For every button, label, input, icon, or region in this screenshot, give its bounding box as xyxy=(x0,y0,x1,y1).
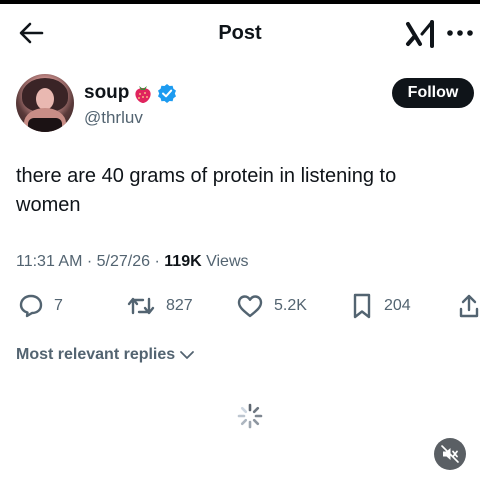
reply-button[interactable]: 7 xyxy=(18,290,63,322)
author-handle[interactable]: @thrluv xyxy=(84,108,143,128)
header-bar: Post xyxy=(0,4,480,60)
loading-spinner-icon xyxy=(236,402,264,430)
more-horizontal-icon xyxy=(447,30,473,36)
author-name[interactable]: soup xyxy=(84,82,129,104)
more-options-button[interactable] xyxy=(446,26,474,38)
speaker-muted-icon xyxy=(441,445,459,463)
like-button[interactable]: 5.2K xyxy=(236,290,307,322)
chevron-down-icon xyxy=(180,351,195,359)
repost-icon xyxy=(127,297,155,315)
replies-sort-dropdown[interactable]: Most relevant replies xyxy=(16,346,195,364)
post-meta: 11:31 AM · 5/27/26 · 119K Views xyxy=(16,253,249,271)
bookmark-button[interactable]: 204 xyxy=(350,290,411,322)
reply-count: 7 xyxy=(54,297,63,314)
grok-icon xyxy=(406,20,434,48)
bookmark-count: 204 xyxy=(384,297,411,314)
post-text: there are 40 grams of protein in listeni… xyxy=(16,165,397,216)
views-label: Views xyxy=(206,253,249,270)
views-count: 119K xyxy=(164,253,202,270)
share-button[interactable] xyxy=(458,290,480,322)
strawberry-icon xyxy=(133,82,153,104)
author-name-row: soup xyxy=(84,82,177,104)
action-bar: 7 827 5.2K 204 xyxy=(0,290,480,322)
heart-icon xyxy=(237,295,263,318)
share-icon xyxy=(459,294,479,318)
bookmark-icon xyxy=(353,293,371,319)
grok-button[interactable] xyxy=(404,18,438,50)
verified-badge-icon xyxy=(157,83,177,103)
follow-button[interactable]: Follow xyxy=(392,78,474,108)
replies-sort-label: Most relevant replies xyxy=(16,346,176,363)
avatar-clothing xyxy=(28,118,62,132)
repost-count: 827 xyxy=(166,297,193,314)
repost-button[interactable]: 827 xyxy=(126,290,193,322)
mute-button[interactable] xyxy=(434,438,466,470)
meta-separator: · xyxy=(154,253,160,270)
reply-icon xyxy=(19,294,43,318)
avatar[interactable] xyxy=(16,74,74,132)
post-time[interactable]: 11:31 AM xyxy=(16,253,82,270)
post-date[interactable]: 5/27/26 xyxy=(97,253,150,270)
meta-separator: · xyxy=(86,253,93,270)
like-count: 5.2K xyxy=(274,297,307,314)
avatar-face xyxy=(36,88,54,110)
